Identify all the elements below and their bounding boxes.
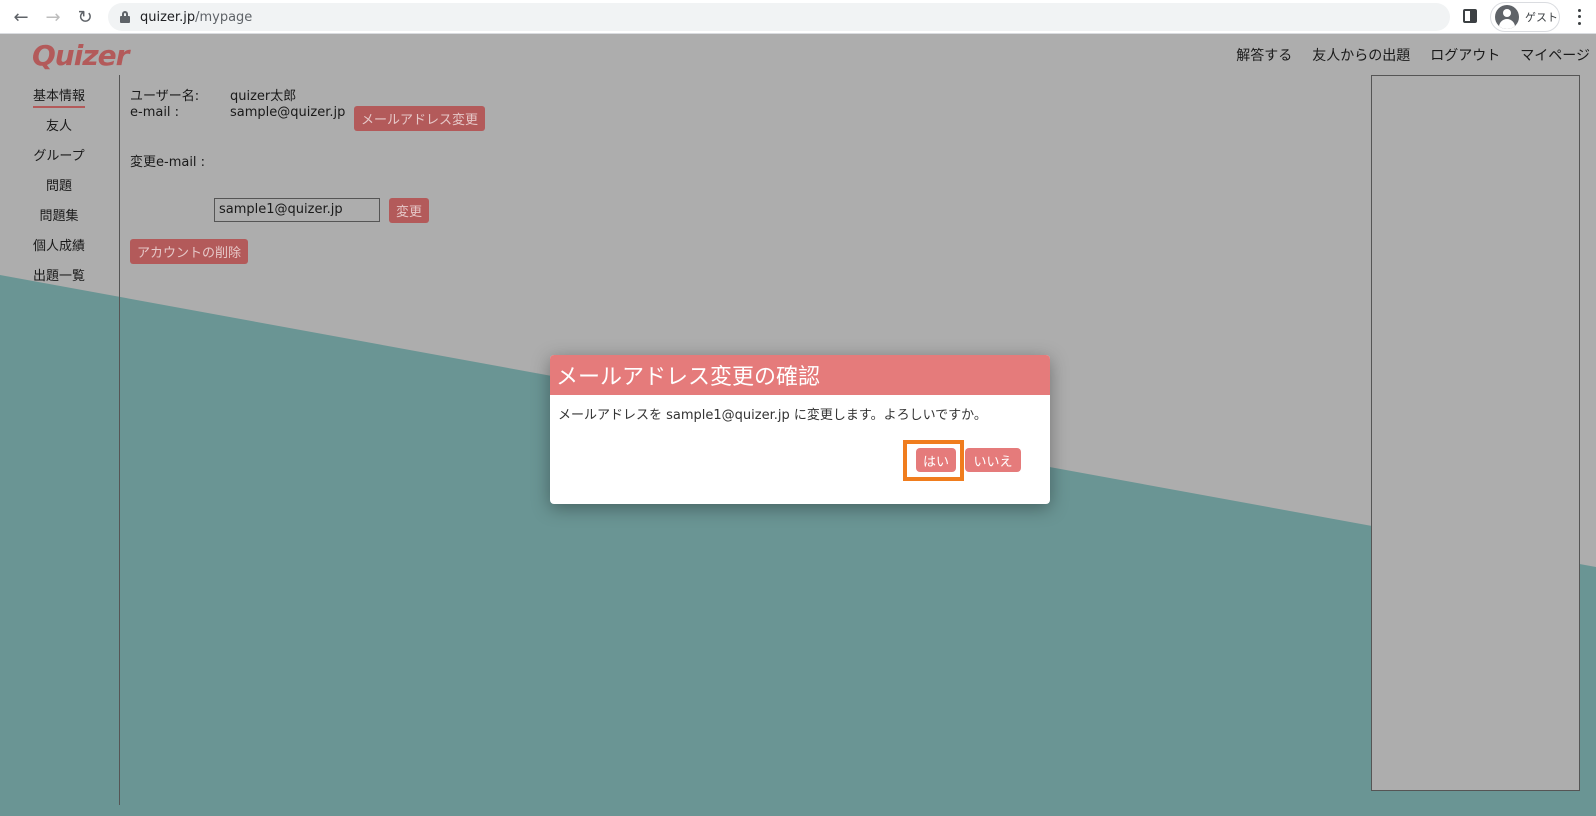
- side-panel-icon[interactable]: [1463, 9, 1477, 23]
- site-logo[interactable]: Quizer: [32, 39, 129, 72]
- highlight-box: [903, 440, 964, 481]
- dialog-message: メールアドレスを sample1@quizer.jp に変更します。よろしいです…: [558, 408, 987, 423]
- browser-toolbar: ← → ↻ quizer.jp/mypage ゲスト: [0, 0, 1596, 34]
- username-value: quizer太郎: [230, 89, 297, 104]
- nav-friend-questions[interactable]: 友人からの出題: [1312, 45, 1410, 65]
- sidebar-item-question-sets[interactable]: 問題集: [39, 203, 78, 233]
- back-arrow-icon[interactable]: ←: [10, 6, 32, 28]
- sidebar-item-questions[interactable]: 問題: [46, 173, 72, 203]
- right-panel: [1371, 75, 1580, 791]
- nav-answer[interactable]: 解答する: [1236, 45, 1292, 65]
- sidebar-item-basic-info[interactable]: 基本情報: [32, 83, 85, 113]
- nav-mypage[interactable]: マイページ: [1520, 45, 1590, 65]
- email-label: e-mail :: [130, 105, 180, 120]
- username-label: ユーザー名:: [130, 89, 200, 104]
- email-value: sample@quizer.jp: [230, 105, 346, 120]
- change-button[interactable]: 変更: [389, 198, 430, 223]
- confirm-dialog: メールアドレス変更の確認 メールアドレスを sample1@quizer.jp …: [550, 355, 1050, 504]
- sidebar-item-assigned-list[interactable]: 出題一覧: [33, 263, 85, 293]
- reload-icon[interactable]: ↻: [74, 6, 96, 28]
- address-bar[interactable]: quizer.jp/mypage: [108, 3, 1450, 31]
- avatar-icon: [1495, 5, 1519, 29]
- change-email-button[interactable]: メールアドレス変更: [354, 106, 486, 131]
- nav-logout[interactable]: ログアウト: [1430, 45, 1500, 65]
- top-nav: 解答する 友人からの出題 ログアウト マイページ: [1236, 45, 1590, 65]
- no-button[interactable]: いいえ: [965, 448, 1021, 472]
- new-email-label: 変更e-mail :: [130, 155, 206, 170]
- new-email-input[interactable]: sample1@quizer.jp: [214, 198, 380, 222]
- profile-button[interactable]: ゲスト: [1490, 2, 1560, 32]
- forward-arrow-icon[interactable]: →: [42, 6, 64, 28]
- url-host: quizer.jp: [140, 9, 196, 25]
- more-menu-icon[interactable]: [1576, 7, 1582, 27]
- sidebar-divider: [119, 75, 120, 805]
- lock-icon: [120, 11, 130, 23]
- dialog-title: メールアドレス変更の確認: [550, 355, 1050, 395]
- url-path: /mypage: [195, 9, 253, 25]
- delete-account-button[interactable]: アカウントの削除: [130, 239, 249, 264]
- sidebar-item-results[interactable]: 個人成績: [33, 233, 85, 263]
- profile-label: ゲスト: [1525, 11, 1558, 24]
- sidebar: 基本情報 友人 グループ 問題 問題集 個人成績 出題一覧: [20, 83, 98, 293]
- sidebar-item-groups[interactable]: グループ: [33, 143, 84, 173]
- sidebar-item-friends[interactable]: 友人: [46, 113, 72, 143]
